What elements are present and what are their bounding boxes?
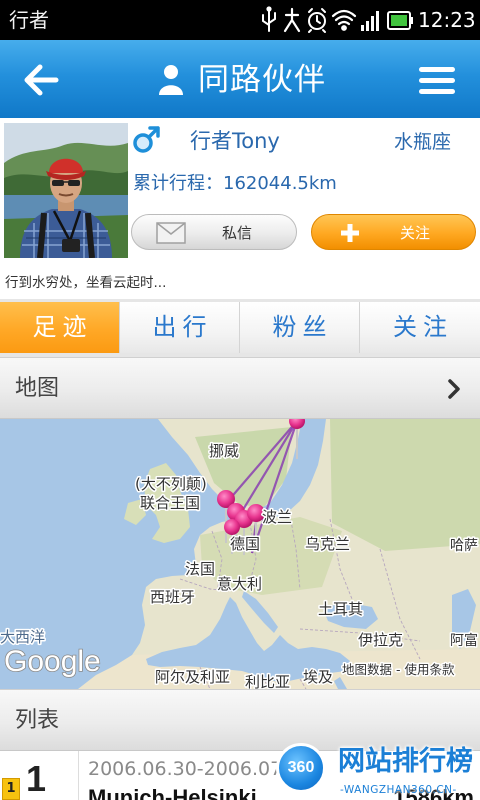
debug-icon bbox=[283, 7, 301, 33]
map-canvas[interactable]: 挪威 (大不列颠) 联合王国 波兰 德国 乌克兰 哈萨 法国 意大利 西班牙 土… bbox=[0, 419, 480, 689]
app-header: 同路伙伴 bbox=[0, 40, 480, 119]
total-distance: 累计行程：162044.5km bbox=[133, 173, 337, 194]
trip-date: 2006.06.30-2006.07 bbox=[88, 758, 283, 780]
rank-badge-icon: 1 bbox=[2, 778, 20, 800]
tab-following[interactable]: 关注 bbox=[360, 302, 480, 353]
tab-fans[interactable]: 粉丝 bbox=[240, 302, 359, 353]
wifi-icon bbox=[331, 9, 357, 31]
map-label-atlantic: 大西洋 bbox=[0, 628, 45, 646]
user-bio: 行到水穷处，坐看云起时... bbox=[5, 275, 167, 291]
map-section-header[interactable]: 地图 bbox=[0, 357, 480, 419]
watermark-site: -WANGZHAN360.CN- bbox=[340, 784, 457, 796]
app-screen: 行者 12:23 同路伙伴 行者Tony 水瓶座 累计行程：162044.5km… bbox=[0, 0, 480, 800]
tab-footprints[interactable]: 足迹 bbox=[0, 302, 119, 353]
footprint-map[interactable]: 挪威 (大不列颠) 联合王国 波兰 德国 乌克兰 哈萨 法国 意大利 西班牙 土… bbox=[0, 419, 480, 689]
map-section-title: 地图 bbox=[15, 376, 60, 401]
tab-label: 关注 bbox=[393, 313, 453, 341]
watermark: 360 网站排行榜 -WANGZHAN360.CN- bbox=[274, 741, 480, 800]
chevron-right-icon bbox=[448, 379, 460, 399]
map-label-afghanistan: 阿富 bbox=[450, 632, 478, 649]
map-label-norway: 挪威 bbox=[209, 442, 239, 460]
tab-trips[interactable]: 出行 bbox=[120, 302, 239, 353]
alarm-icon bbox=[308, 8, 326, 33]
map-label-egypt: 埃及 bbox=[303, 668, 333, 686]
map-label-kazakhstan: 哈萨 bbox=[450, 538, 478, 554]
male-icon bbox=[133, 126, 160, 153]
status-bar: 行者 12:23 bbox=[0, 0, 480, 40]
rank-number: 1 bbox=[26, 758, 47, 799]
user-zodiac: 水瓶座 bbox=[394, 131, 452, 153]
signal-icon bbox=[361, 11, 379, 31]
menu-icon[interactable] bbox=[418, 65, 456, 97]
profile-card: 行者Tony 水瓶座 累计行程：162044.5km 私信 关注 行到水穷处，坐… bbox=[0, 118, 480, 300]
map-label-algeria: 阿尔及利亚 bbox=[155, 668, 230, 686]
map-label-poland: 波兰 bbox=[262, 508, 292, 526]
map-label-turkey: 土耳其 bbox=[318, 600, 363, 618]
map-label-libya: 利比亚 bbox=[245, 673, 290, 689]
list-section-title: 列表 bbox=[15, 708, 60, 733]
status-time: 12:23 bbox=[418, 8, 476, 32]
trip-route: Munich-Helsinki bbox=[88, 785, 257, 800]
follow-button[interactable]: 关注 bbox=[311, 214, 476, 250]
map-label-italy: 意大利 bbox=[217, 575, 262, 593]
row-divider bbox=[78, 751, 79, 800]
battery-icon bbox=[387, 11, 413, 30]
google-logo: Google bbox=[4, 645, 101, 678]
plus-icon bbox=[341, 224, 359, 242]
map-land-forest bbox=[330, 419, 480, 551]
map-label-great-britain: (大不列颠) bbox=[135, 475, 207, 493]
tab-bar: 足迹 出行 粉丝 关注 bbox=[0, 302, 480, 353]
watermark-title: 网站排行榜 bbox=[338, 746, 473, 777]
tab-label: 出行 bbox=[152, 313, 213, 341]
map-label-france: 法国 bbox=[185, 560, 215, 578]
map-label-germany: 德国 bbox=[230, 535, 260, 553]
map-label-ukraine: 乌克兰 bbox=[305, 535, 350, 553]
avatar[interactable] bbox=[4, 123, 128, 258]
usb-icon bbox=[262, 6, 276, 32]
status-icons bbox=[262, 6, 413, 33]
map-label-iraq: 伊拉克 bbox=[358, 631, 403, 649]
watermark-logo: 360 bbox=[276, 743, 326, 793]
map-attribution[interactable]: 地图数据 - 使用条款 bbox=[341, 661, 457, 679]
message-button[interactable]: 私信 bbox=[131, 214, 297, 250]
follow-button-label: 关注 bbox=[400, 224, 431, 242]
map-label-united-kingdom: 联合王国 bbox=[140, 494, 200, 512]
tab-label: 粉丝 bbox=[272, 313, 333, 341]
user-name: 行者Tony bbox=[190, 129, 280, 153]
page-title: 同路伙伴 bbox=[198, 62, 326, 98]
envelope-icon bbox=[156, 222, 186, 244]
back-arrow-icon[interactable] bbox=[22, 62, 60, 98]
map-label-spain: 西班牙 bbox=[150, 588, 195, 606]
message-button-label: 私信 bbox=[222, 224, 253, 242]
user-icon bbox=[159, 65, 183, 95]
tab-label: 足迹 bbox=[32, 313, 93, 341]
